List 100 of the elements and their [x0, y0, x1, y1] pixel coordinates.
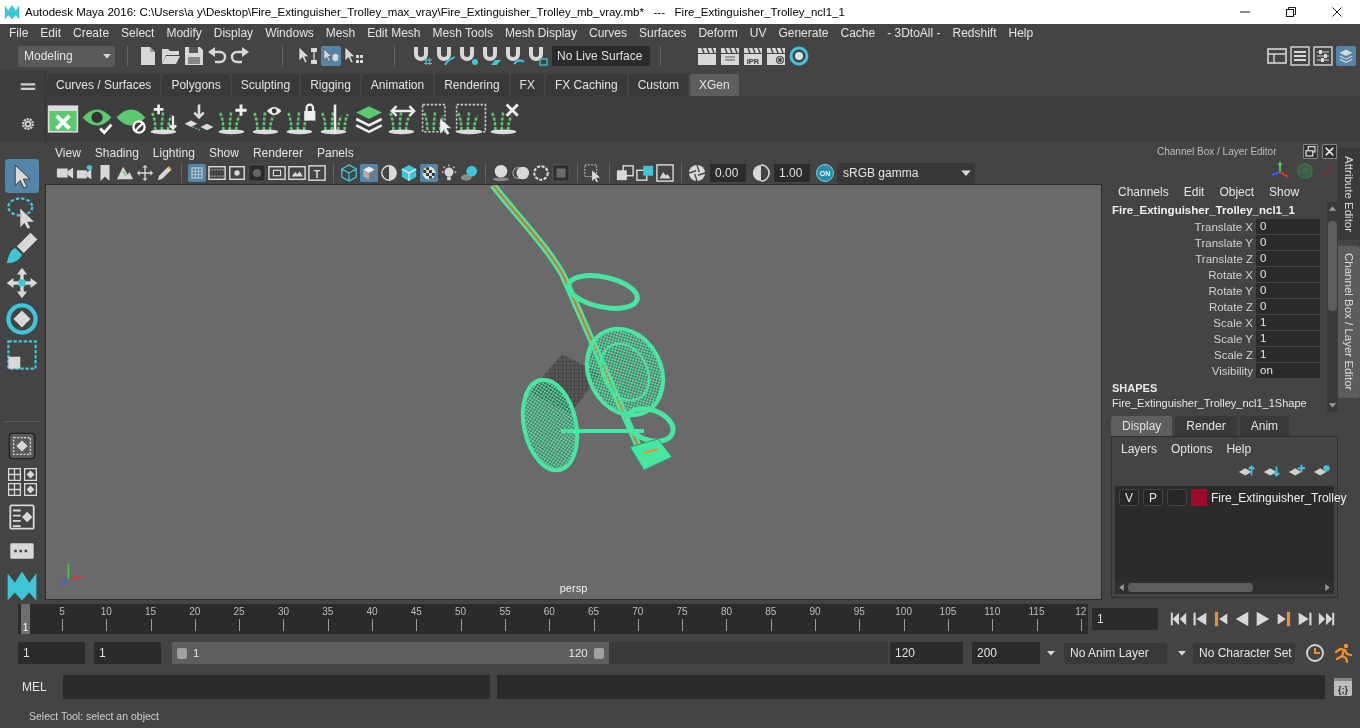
shelf-tab[interactable]: Polygons [162, 74, 230, 96]
scroll-left-icon[interactable] [1117, 583, 1126, 592]
safe-title-icon[interactable]: T [308, 164, 326, 182]
scroll-right-icon[interactable] [1323, 583, 1332, 592]
paint-brush-icon[interactable] [5, 230, 39, 265]
light-bulb-icon[interactable] [440, 164, 458, 182]
panel-menu-item[interactable]: Shading [88, 145, 145, 161]
sliders-panel-icon[interactable] [1313, 46, 1333, 66]
grass-lock-icon[interactable] [285, 103, 317, 135]
vertical-scrollbar[interactable] [1327, 202, 1338, 412]
cursor-points-icon[interactable] [344, 46, 364, 66]
motion-blur-sphere-icon[interactable] [512, 164, 530, 182]
linked-squares-icon[interactable] [636, 164, 654, 182]
diamond-pane-icon[interactable] [23, 482, 37, 496]
occlusion-sphere-icon[interactable] [492, 164, 510, 182]
gamma-field[interactable]: 1.00 [774, 164, 810, 182]
magnet-square-icon[interactable] [528, 46, 548, 66]
panel-menu-item[interactable]: Show [202, 145, 245, 161]
channel-name[interactable]: Rotate Z [1104, 299, 1256, 315]
aperture-icon[interactable] [688, 164, 706, 182]
menu-item[interactable]: Display [207, 25, 260, 41]
caret-down-icon[interactable] [102, 51, 112, 61]
menu-item[interactable]: Cache [834, 25, 882, 41]
menu-item[interactable]: Deform [692, 25, 744, 41]
four-pane-layout-icon[interactable] [7, 467, 21, 481]
list-panel-icon[interactable] [1290, 46, 1310, 66]
shelf-tab[interactable]: FX [510, 74, 544, 96]
layer-menu-item[interactable]: Options [1165, 441, 1219, 457]
dashed-ring-icon[interactable] [532, 164, 550, 182]
shelf-tab[interactable]: Animation [361, 74, 434, 96]
editor-tab[interactable]: Display [1111, 416, 1173, 436]
mode-dropdown[interactable]: Modeling [18, 45, 115, 67]
undo-arrow-icon[interactable] [207, 46, 227, 66]
panel-menu-item[interactable]: Panels [310, 145, 360, 161]
channel-value-field[interactable]: 1 [1256, 315, 1320, 330]
command-input-field[interactable] [63, 675, 490, 699]
scroll-down-icon[interactable] [1328, 401, 1337, 410]
range-end-handle[interactable] [593, 647, 604, 659]
field-chart-icon[interactable] [268, 164, 286, 182]
panel-menu-item[interactable]: View [49, 145, 87, 161]
shelf-tab[interactable]: XGen [689, 74, 739, 96]
grass-cursor-icon[interactable] [421, 103, 453, 135]
wireframe-cube-icon[interactable] [340, 164, 358, 182]
magnet-grid-icon[interactable] [413, 46, 433, 66]
clapperboard-sequence-icon[interactable] [720, 46, 740, 66]
current-frame-marker[interactable]: 1 [21, 604, 30, 634]
pan-arrows-icon[interactable] [136, 164, 154, 182]
previous-key-icon[interactable] [1212, 610, 1230, 628]
menu-item[interactable]: Modify [160, 25, 208, 41]
menu-item[interactable]: Help [1002, 25, 1040, 41]
shape-name[interactable]: Fire_Extinguisher_Trolley_ncl1_1Shape [1104, 396, 1327, 410]
close-icon[interactable] [1322, 143, 1337, 159]
axis-tripod-icon[interactable] [1270, 161, 1290, 181]
object-name[interactable]: Fire_Extinguisher_Trolley_ncl1_1 [1104, 202, 1327, 219]
channel-value-field[interactable]: 1 [1256, 331, 1320, 346]
list-pane-layout-icon[interactable] [9, 503, 35, 530]
channel-name[interactable]: Rotate Y [1104, 283, 1256, 299]
viewport[interactable]: persp [45, 184, 1102, 600]
caret-down-icon[interactable] [1177, 648, 1187, 658]
safe-action-icon[interactable] [288, 164, 306, 182]
arrow-cursor-icon[interactable] [5, 158, 39, 193]
menu-item[interactable]: - 3DtoAll - [881, 25, 947, 41]
image-plane-icon[interactable] [116, 164, 134, 182]
channel-value-field[interactable]: 0 [1256, 299, 1320, 314]
visibility-toggle[interactable]: V [1119, 489, 1139, 506]
playback-toggle[interactable]: P [1143, 489, 1163, 506]
editor-tab[interactable]: Render [1175, 416, 1237, 436]
menu-item[interactable]: Generate [772, 25, 835, 41]
grass-frame-icon[interactable] [455, 103, 487, 135]
single-pane-layout-icon[interactable] [8, 431, 36, 460]
resolution-gate-icon[interactable] [228, 164, 246, 182]
scroll-up-icon[interactable] [1328, 204, 1337, 213]
camera-lock-icon[interactable] [76, 164, 94, 182]
folder-icon[interactable] [161, 46, 181, 66]
channel-name[interactable]: Rotate X [1104, 267, 1256, 283]
editor-tab[interactable]: Anim [1239, 416, 1290, 436]
panel-layout-icon[interactable] [1267, 46, 1287, 66]
rotate-ring-icon[interactable] [5, 302, 39, 337]
skip-to-end-icon[interactable] [1317, 610, 1335, 628]
anim-layer-dropdown[interactable]: No Anim Layer [1064, 642, 1167, 664]
float-window-icon[interactable] [1303, 143, 1318, 159]
film-strip-icon[interactable] [208, 164, 226, 182]
scroll-thumb[interactable] [1328, 221, 1337, 311]
channel-value-field[interactable]: 0 [1256, 267, 1320, 282]
magnet-plane-icon[interactable] [482, 46, 502, 66]
layer-menu-item[interactable]: Layers [1115, 441, 1164, 457]
menu-item[interactable]: UV [743, 25, 773, 41]
channel-name[interactable]: Translate X [1104, 219, 1256, 235]
script-editor-icon[interactable]: {;} [1333, 677, 1353, 697]
channel-name[interactable]: Visibility [1104, 363, 1256, 379]
time-slider[interactable]: 5 10 15 20 25 30 35 40 45 50 55 60 65 70 75 80 85 90 95 100 105 110 115 12 1 [18, 604, 1088, 634]
menu-item[interactable]: Edit [34, 25, 68, 41]
magnet-surface-icon[interactable] [505, 46, 525, 66]
menu-item[interactable]: Select [115, 25, 161, 41]
menu-item[interactable]: Redshift [946, 25, 1003, 41]
caret-down-icon[interactable] [1046, 648, 1056, 658]
ring-icon[interactable] [789, 46, 809, 66]
scale-box-icon[interactable] [5, 338, 39, 373]
grass-cross-icon[interactable] [489, 103, 521, 135]
menu-item[interactable]: Windows [259, 25, 320, 41]
